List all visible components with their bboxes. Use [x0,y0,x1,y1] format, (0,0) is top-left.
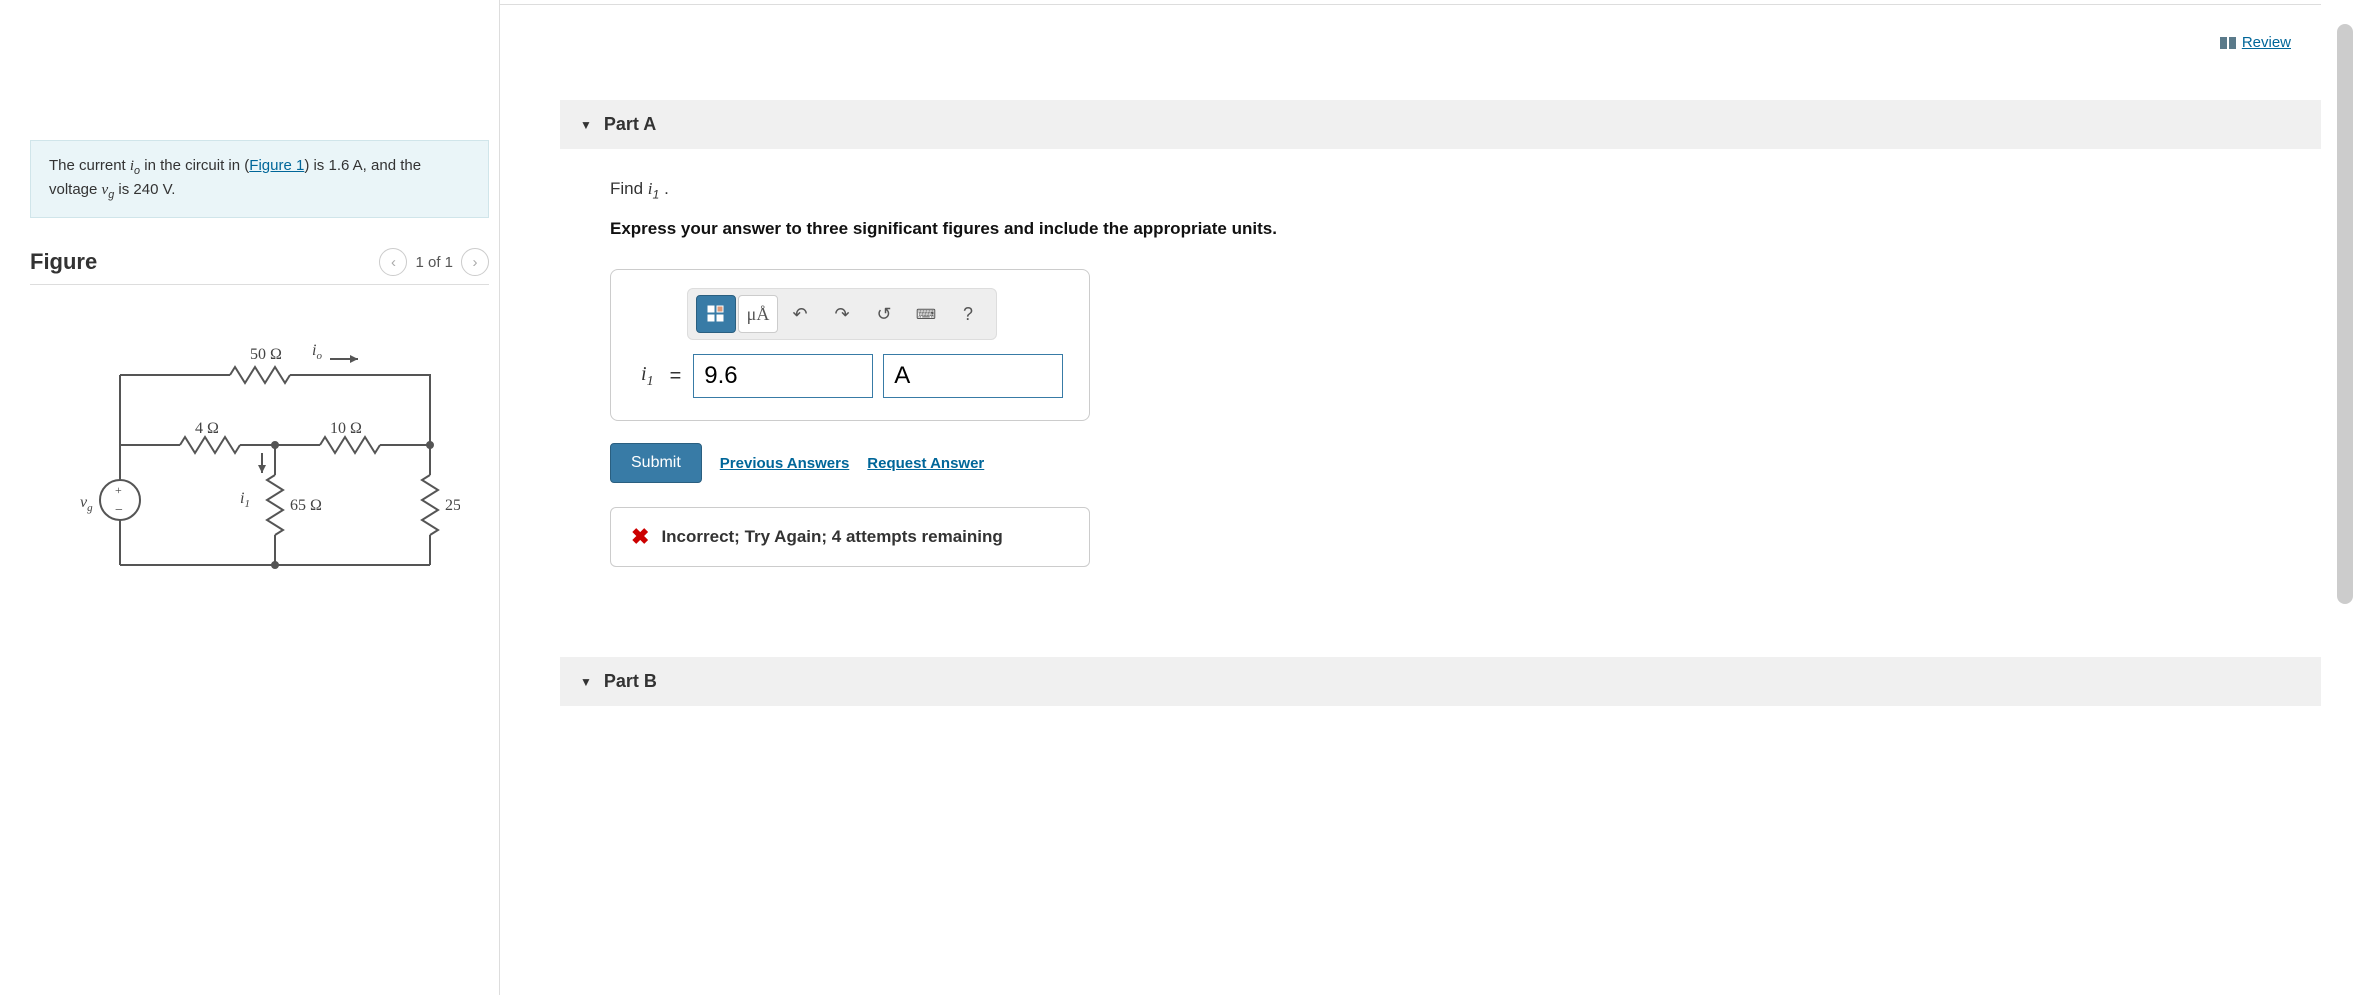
label-65ohm: 65 Ω [290,497,322,514]
svg-text:+: + [115,483,122,497]
left-panel: The current io in the circuit in (Figure… [0,0,500,995]
reset-icon[interactable]: ↺ [864,295,904,333]
problem-text-4: is 240 V. [114,181,175,198]
template-icon[interactable] [696,295,736,333]
figure-link[interactable]: Figure 1 [249,157,304,174]
submit-button[interactable]: Submit [610,443,702,483]
unit-input[interactable] [883,354,1063,398]
label-i1: i1 [240,490,250,510]
answer-row: i1 = [637,354,1063,398]
keyboard-icon[interactable]: ⌨ [906,295,946,333]
eq-equals: = [668,365,684,388]
eq-symbol: i1 [637,363,658,390]
answer-toolbar: μÅ ↶ ↷ ↺ ⌨ ? [687,288,997,340]
figure-title: Figure [30,249,97,275]
request-answer-link[interactable]: Request Answer [867,455,984,472]
label-10ohm: 10 Ω [330,420,362,437]
top-divider [500,4,2321,5]
units-button[interactable]: μÅ [738,295,778,333]
svg-text:−: − [115,503,123,518]
part-b-header[interactable]: ▼ Part B [560,657,2321,706]
label-25ohm: 25 Ω [445,497,460,514]
circuit-diagram: 50 Ω io 4 Ω 10 Ω vg + − i1 65 Ω 25 Ω [60,335,460,598]
right-panel: Review ▼ Part A Find i1 . Express your a… [500,0,2361,995]
find-text: Find i1 . [610,179,2331,201]
actions-row: Submit Previous Answers Request Answer [610,443,2331,483]
review-label: Review [2242,34,2291,51]
incorrect-icon: ✖ [631,524,649,550]
book-icon [2220,37,2236,49]
part-a-title: Part A [604,114,656,135]
value-input[interactable] [693,354,873,398]
find-pre: Find [610,179,648,198]
figure-pager-text: 1 of 1 [415,254,453,271]
feedback-box: ✖ Incorrect; Try Again; 4 attempts remai… [610,507,1090,567]
part-b-title: Part B [604,671,657,692]
figure-header: Figure ‹ 1 of 1 › [30,248,489,285]
figure-prev-button[interactable]: ‹ [379,248,407,276]
redo-icon[interactable]: ↷ [822,295,862,333]
figure-next-button[interactable]: › [461,248,489,276]
previous-answers-link[interactable]: Previous Answers [720,455,850,472]
undo-icon[interactable]: ↶ [780,295,820,333]
caret-down-icon: ▼ [580,118,592,132]
label-io: io [312,342,322,362]
part-a-content: Find i1 . Express your answer to three s… [560,149,2361,597]
review-link[interactable]: Review [2220,34,2291,51]
problem-text-2: in the circuit in ( [140,157,249,174]
label-vg: vg [80,494,93,514]
help-icon[interactable]: ? [948,295,988,333]
label-4ohm: 4 Ω [195,420,219,437]
find-post: . [659,179,668,198]
problem-statement: The current io in the circuit in (Figure… [30,140,489,218]
caret-down-icon: ▼ [580,675,592,689]
scrollbar[interactable] [2337,24,2353,604]
feedback-text: Incorrect; Try Again; 4 attempts remaini… [661,527,1002,547]
label-50ohm: 50 Ω [250,346,282,363]
problem-text: The current [49,157,130,174]
figure-pager: ‹ 1 of 1 › [379,248,489,276]
answer-box: μÅ ↶ ↷ ↺ ⌨ ? i1 = [610,269,1090,421]
part-a-header[interactable]: ▼ Part A [560,100,2321,149]
instruction-text: Express your answer to three significant… [610,219,2331,239]
